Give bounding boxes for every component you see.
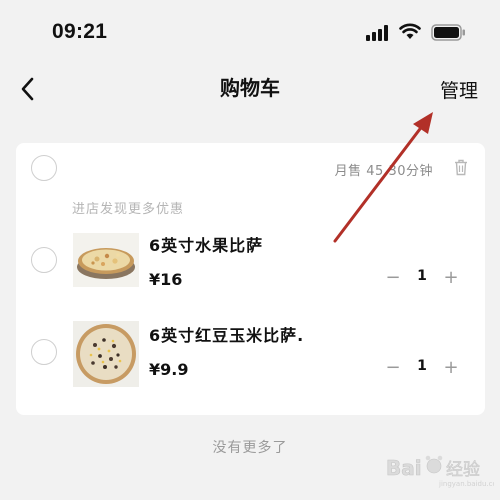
status-time: 09:21 <box>52 20 108 43</box>
increase-button[interactable]: + <box>440 265 462 291</box>
quantity-value[interactable]: 1 <box>408 268 436 284</box>
svg-text:经验: 经验 <box>446 460 480 480</box>
increase-button[interactable]: + <box>440 355 462 381</box>
quantity-stepper: − 1 + <box>378 355 466 381</box>
pizza-thumbnail[interactable] <box>73 233 139 287</box>
quantity-value[interactable]: 1 <box>408 358 436 374</box>
cart-item: 6英寸水果比萨 ¥16 − 1 + <box>16 233 485 307</box>
trash-icon[interactable] <box>454 159 468 176</box>
svg-text:Bai: Bai <box>386 456 422 480</box>
fruit-pizza-image <box>73 233 139 287</box>
red-bean-corn-pizza-image <box>73 321 139 387</box>
svg-text:jingyan.baidu.com: jingyan.baidu.com <box>438 480 494 488</box>
wifi-icon <box>399 23 421 39</box>
nav-bar: 购物车 管理 <box>0 64 500 114</box>
manage-button[interactable]: 管理 <box>440 76 478 103</box>
quantity-stepper: − 1 + <box>378 265 466 291</box>
item-price: ¥16 <box>149 270 183 289</box>
status-bar: 09:21 <box>0 0 500 64</box>
signal-icon <box>366 25 390 41</box>
baidu-jingyan-watermark-icon: Bai 经验 jingyan.baidu.com <box>386 456 494 488</box>
cart-card: 月售 45 30分钟 进店发现更多优惠 6英寸水果比萨 ¥16 − 1 + 6英… <box>16 143 485 415</box>
item-select-radio[interactable] <box>31 247 57 273</box>
item-price: ¥9.9 <box>149 360 189 379</box>
pizza-thumbnail[interactable] <box>73 321 139 387</box>
decrease-button[interactable]: − <box>382 355 404 381</box>
page-title: 购物车 <box>220 76 280 100</box>
item-name[interactable]: 6英寸红豆玉米比萨. <box>149 322 304 346</box>
shop-meta: 月售 45 30分钟 <box>334 164 433 179</box>
promo-link[interactable]: 进店发现更多优惠 <box>72 198 184 217</box>
decrease-button[interactable]: − <box>382 265 404 291</box>
item-name[interactable]: 6英寸水果比萨 <box>149 232 263 256</box>
item-select-radio[interactable] <box>31 339 57 365</box>
battery-icon <box>431 24 465 41</box>
cart-item: 6英寸红豆玉米比萨. ¥9.9 − 1 + <box>16 321 485 397</box>
shop-select-radio[interactable] <box>31 155 57 181</box>
